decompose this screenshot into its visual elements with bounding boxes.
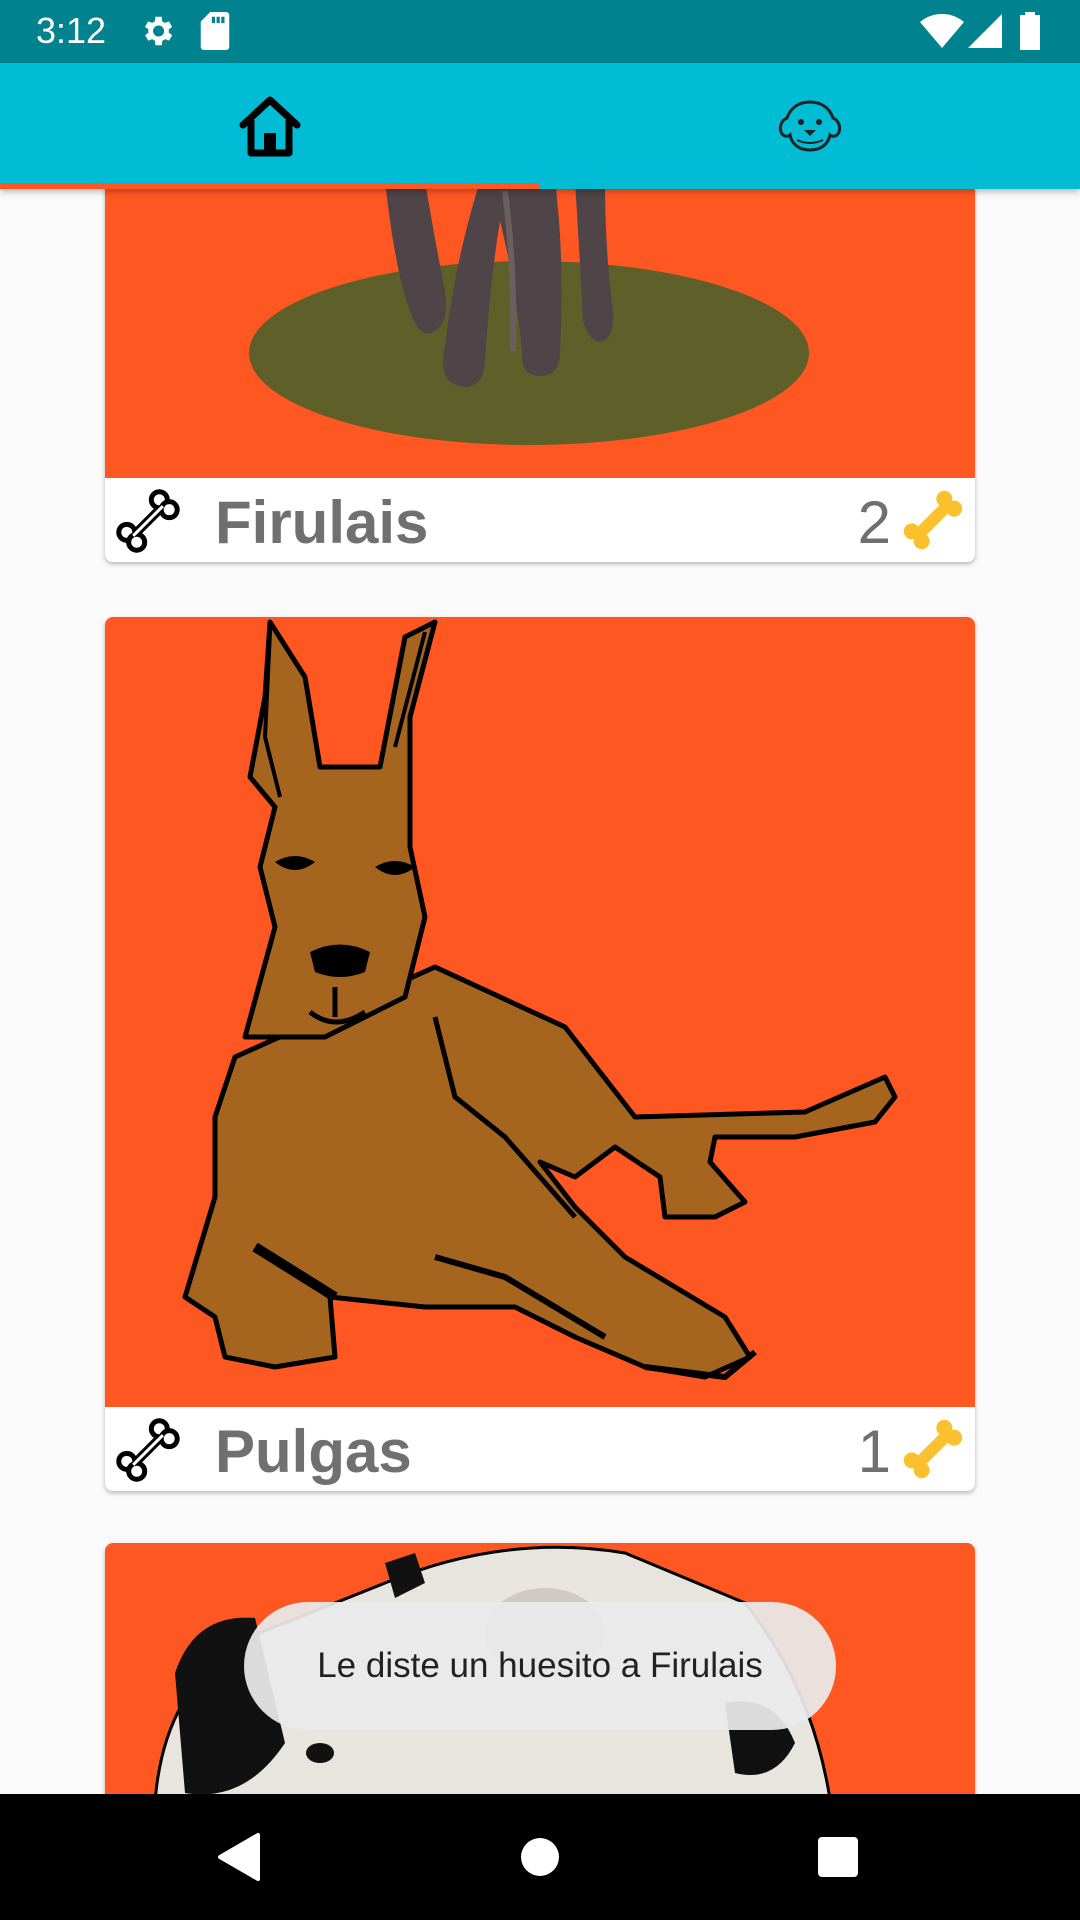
tab-pets[interactable] [540, 63, 1080, 189]
pet-name: Firulais [215, 489, 429, 556]
tab-home[interactable] [0, 63, 540, 189]
like-count: 1 [857, 1418, 891, 1485]
toast-message: Le diste un huesito a Firulais [244, 1602, 836, 1730]
home-circle-icon[interactable] [510, 1827, 570, 1887]
like-count: 2 [857, 489, 891, 556]
recents-icon[interactable] [808, 1827, 868, 1887]
dog-face-icon [778, 100, 842, 152]
pet-card-footer: Pulgas 1 [105, 1407, 975, 1491]
bone-icon[interactable] [113, 1415, 183, 1485]
tab-bar [0, 63, 1080, 189]
gold-bone-icon [903, 1419, 963, 1479]
status-bar: 3:12 [0, 0, 1080, 63]
pet-card: Firulais 2 [105, 189, 975, 562]
sd-card-icon [200, 12, 230, 50]
pet-name: Pulgas [215, 1418, 412, 1485]
dog-illustration [249, 189, 809, 445]
home-icon [239, 96, 301, 157]
pet-list[interactable]: Firulais 2 Pulgas 1 [0, 189, 1080, 1794]
status-time: 3:12 [36, 10, 107, 51]
tab-indicator [0, 183, 540, 189]
pet-card-footer: Firulais 2 [105, 478, 975, 562]
signal-icon [968, 14, 1002, 48]
battery-icon [1020, 12, 1040, 50]
pet-photo [105, 189, 975, 478]
gold-bone-icon [903, 490, 963, 550]
settings-icon [144, 16, 173, 46]
navigation-bar [0, 1794, 1080, 1920]
pet-photo [105, 617, 975, 1407]
pet-card: Pulgas 1 [105, 617, 975, 1491]
dog-illustration [182, 619, 898, 1381]
back-icon[interactable] [210, 1827, 270, 1887]
wifi-icon [920, 14, 964, 48]
bone-icon[interactable] [113, 486, 183, 556]
